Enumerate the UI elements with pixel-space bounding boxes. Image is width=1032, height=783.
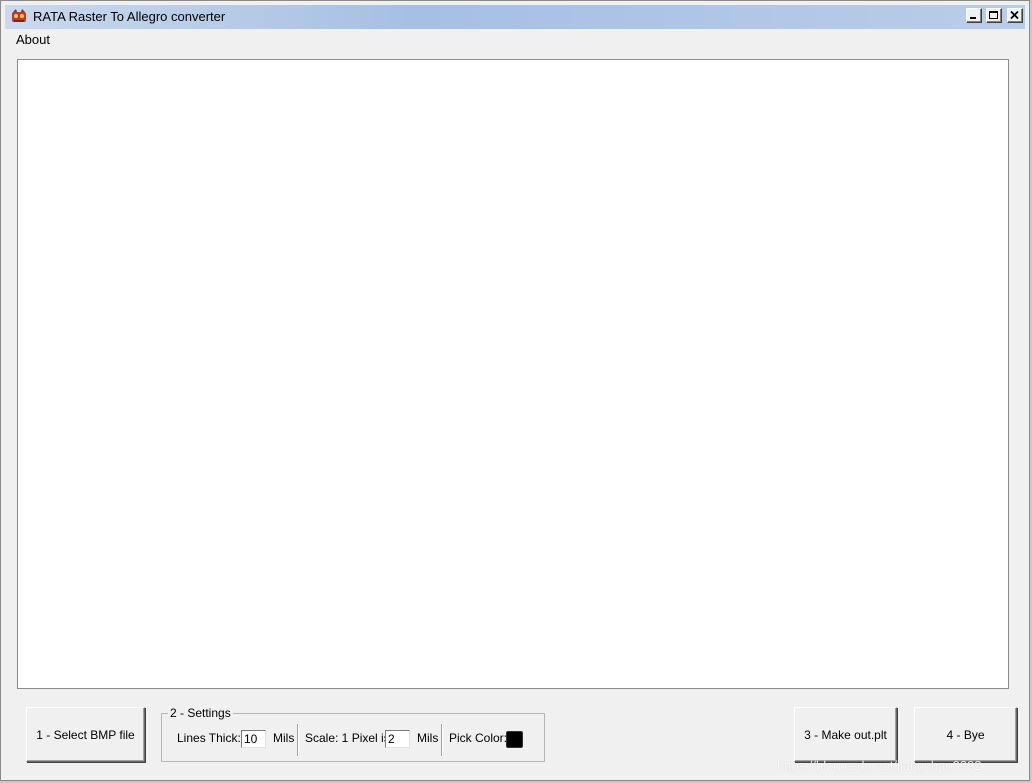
scale-label: Scale: 1 Pixel is	[305, 731, 390, 745]
lines-thick-input[interactable]	[241, 730, 266, 748]
scale-unit: Mils	[417, 731, 439, 745]
lines-thick-label: Lines Thick:	[177, 731, 241, 745]
bye-button[interactable]: 4 - Bye	[914, 707, 1017, 762]
settings-separator	[297, 724, 299, 756]
lines-thick-unit: Mils	[273, 731, 295, 745]
menu-bar: About	[5, 30, 1025, 50]
maximize-button[interactable]	[986, 8, 1002, 23]
image-preview-area[interactable]	[17, 59, 1009, 689]
scale-input[interactable]	[385, 730, 410, 748]
watermark-text: https://blog.csdn.net/jiangchao3392	[777, 758, 982, 773]
close-button[interactable]	[1007, 8, 1023, 23]
close-icon	[1010, 11, 1019, 20]
maximize-icon	[989, 11, 998, 19]
window-title: RATA Raster To Allegro converter	[33, 9, 226, 24]
settings-group: 2 - Settings Lines Thick: Mils Scale: 1 …	[161, 706, 545, 762]
main-window: RATA Raster To Allegro converter About 1…	[0, 0, 1030, 781]
rata-app-icon	[12, 9, 26, 22]
select-bmp-button[interactable]: 1 - Select BMP file	[26, 707, 145, 762]
make-out-plt-button[interactable]: 3 - Make out.plt	[794, 707, 897, 762]
title-bar[interactable]: RATA Raster To Allegro converter	[5, 5, 1025, 29]
settings-separator	[441, 724, 443, 756]
menu-about[interactable]: About	[15, 32, 51, 47]
color-swatch[interactable]	[506, 731, 523, 748]
pick-color-label: Pick Color:	[449, 731, 508, 745]
minimize-icon	[970, 17, 976, 19]
minimize-button[interactable]	[966, 8, 982, 23]
settings-legend: 2 - Settings	[168, 706, 233, 720]
